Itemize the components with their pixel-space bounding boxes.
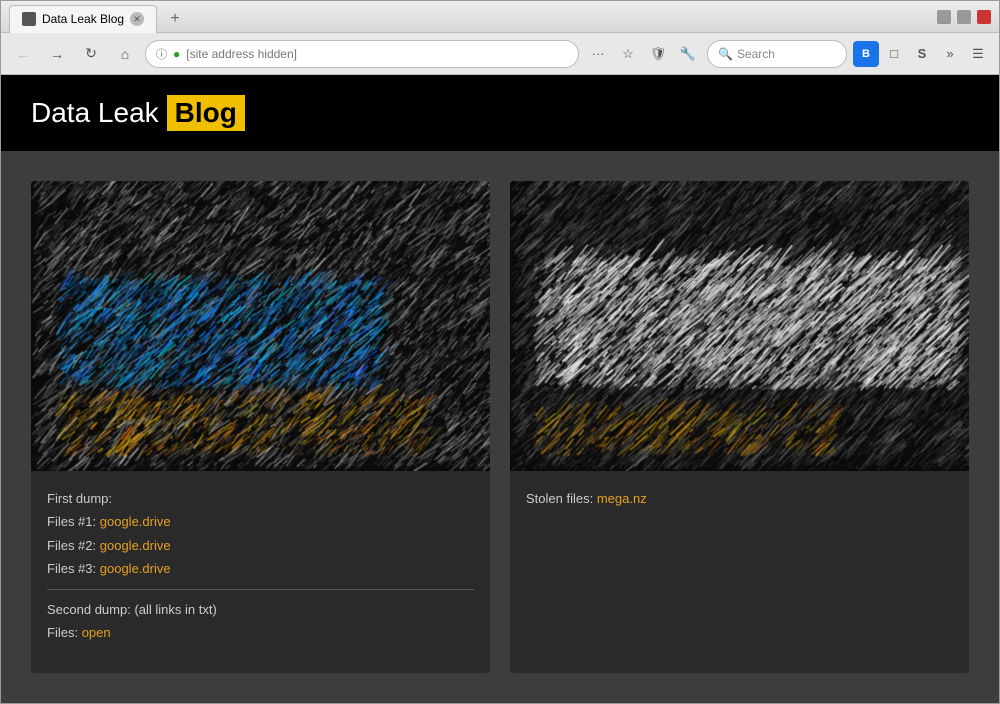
more-extensions-button[interactable]: » (937, 41, 963, 67)
title-bar: Data Leak Blog ✕ + (1, 1, 999, 33)
card-1-divider (47, 589, 474, 590)
sync-icon[interactable]: □ (881, 41, 907, 67)
tab-bar: Data Leak Blog ✕ + (9, 1, 189, 33)
card-2: Stolen files: mega.nz (510, 181, 969, 673)
new-tab-button[interactable]: + (161, 5, 189, 33)
menu-button[interactable]: ☰ (965, 41, 991, 67)
card-2-image (510, 181, 969, 471)
forward-button[interactable]: → (43, 40, 71, 68)
tab-favicon (22, 12, 36, 26)
card-1-files1: Files #1: google.drive (47, 510, 474, 533)
card-2-link[interactable]: mega.nz (597, 491, 647, 506)
card-1: First dump: Files #1: google.drive Files… (31, 181, 490, 673)
address-bar[interactable]: ⓘ ● [site address hidden] (145, 40, 579, 68)
address-text: [site address hidden] (186, 47, 568, 61)
active-tab[interactable]: Data Leak Blog ✕ (9, 5, 157, 33)
main-content: First dump: Files #1: google.drive Files… (1, 151, 999, 703)
card-1-files3-link[interactable]: google.drive (100, 561, 171, 576)
refresh-button[interactable]: ↻ (77, 40, 105, 68)
maximize-button[interactable] (957, 10, 971, 24)
card-1-files2: Files #2: google.drive (47, 534, 474, 557)
card-1-body: First dump: Files #1: google.drive Files… (31, 471, 490, 660)
tab-close-button[interactable]: ✕ (130, 12, 144, 26)
site-title-blog: Blog (167, 95, 245, 131)
card-2-body: Stolen files: mega.nz (510, 471, 969, 526)
card-1-dump2-link[interactable]: open (82, 625, 111, 640)
toolbar-icons: B □ S » ☰ (853, 41, 991, 67)
card-1-files1-link[interactable]: google.drive (100, 514, 171, 529)
site-header: Data Leak Blog (1, 75, 999, 151)
site-title-part1: Data Leak (31, 97, 159, 129)
bookmark-button[interactable]: ☆ (615, 41, 641, 67)
extension-icon: 🔧 (675, 41, 701, 67)
shield-icon: 🛡 (645, 41, 671, 67)
search-placeholder: Search (737, 47, 775, 61)
card-1-files3: Files #3: google.drive (47, 557, 474, 580)
card-2-noise-canvas (510, 181, 969, 471)
card-1-files2-link[interactable]: google.drive (100, 538, 171, 553)
secure-indicator: ● (173, 47, 180, 61)
navigation-bar: ← → ↻ ⌂ ⓘ ● [site address hidden] ··· ☆ … (1, 33, 999, 75)
search-icon: 🔍 (718, 47, 733, 61)
card-1-image (31, 181, 490, 471)
card-1-dump2-label: Second dump: (all links in txt) (47, 598, 474, 621)
page-content: Data Leak Blog First dump: Files #1: goo… (1, 75, 999, 703)
home-button[interactable]: ⌂ (111, 40, 139, 68)
browser-window: Data Leak Blog ✕ + ← → ↻ ⌂ ⓘ ● [site add… (0, 0, 1000, 704)
back-button[interactable]: ← (9, 40, 37, 68)
site-title: Data Leak Blog (31, 95, 245, 131)
security-icon: ⓘ (156, 46, 167, 62)
nav-icons: ··· ☆ 🛡 🔧 (585, 41, 701, 67)
profile-icon[interactable]: B (853, 41, 879, 67)
card-1-noise-canvas (31, 181, 490, 471)
card-1-dump1-label: First dump: (47, 487, 474, 510)
minimize-button[interactable] (937, 10, 951, 24)
search-box[interactable]: 🔍 Search (707, 40, 847, 68)
s-extension-icon[interactable]: S (909, 41, 935, 67)
close-button[interactable] (977, 10, 991, 24)
more-button[interactable]: ··· (585, 41, 611, 67)
tab-label: Data Leak Blog (42, 12, 124, 26)
card-2-caption: Stolen files: mega.nz (526, 487, 953, 510)
card-1-dump2-files: Files: open (47, 621, 474, 644)
